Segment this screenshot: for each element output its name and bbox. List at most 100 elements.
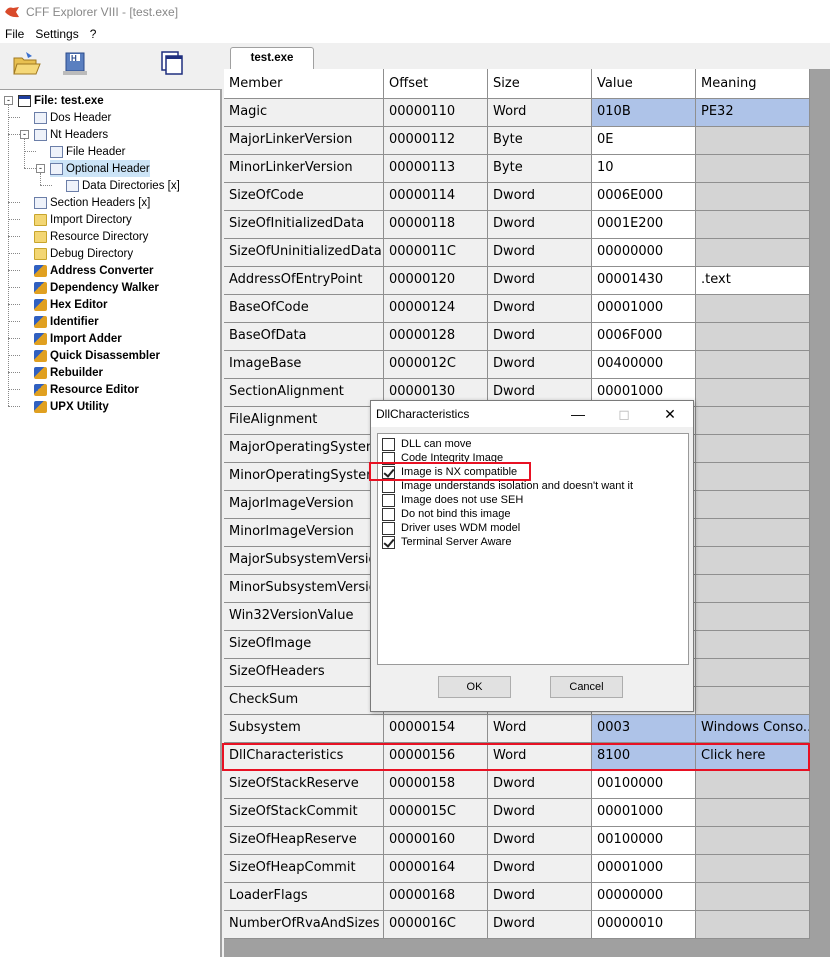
tree-item-label: Resource Directory <box>50 230 149 243</box>
cell-meaning[interactable]: .text <box>696 267 810 295</box>
open-file-button[interactable] <box>10 47 44 81</box>
cell-meaning[interactable] <box>696 323 810 351</box>
cell-meaning[interactable] <box>696 239 810 267</box>
cell-meaning[interactable] <box>696 855 810 883</box>
cell-meaning[interactable] <box>696 575 810 603</box>
tree-item[interactable]: Import Adder <box>34 330 122 347</box>
tree-item[interactable]: Resource Directory <box>34 228 148 245</box>
cell-meaning[interactable] <box>696 771 810 799</box>
tree-item[interactable]: UPX Utility <box>34 398 109 415</box>
cell-value[interactable]: 00001430 <box>592 267 696 295</box>
tree-item[interactable]: Hex Editor <box>34 296 108 313</box>
tree-item[interactable]: Debug Directory <box>34 245 133 262</box>
checkbox-icon[interactable] <box>382 507 395 521</box>
windows-button[interactable] <box>156 47 190 81</box>
cell-meaning[interactable] <box>696 407 810 435</box>
cell-meaning[interactable] <box>696 519 810 547</box>
characteristic-option[interactable]: Image does not use SEH <box>382 493 523 507</box>
checkbox-icon[interactable] <box>382 479 395 493</box>
column-header-value[interactable]: Value <box>592 69 696 99</box>
cell-meaning[interactable]: Windows Conso... <box>696 715 810 743</box>
tree-item[interactable]: Resource Editor <box>34 381 139 398</box>
cell-meaning[interactable] <box>696 631 810 659</box>
tree-item[interactable]: Quick Disassembler <box>34 347 160 364</box>
characteristic-option[interactable]: Do not bind this image <box>382 507 510 521</box>
tree-item[interactable]: Data Directories [x] <box>66 177 180 194</box>
cell-value[interactable]: 00001000 <box>592 799 696 827</box>
cell-meaning[interactable] <box>696 603 810 631</box>
cell-meaning[interactable] <box>696 799 810 827</box>
cell-meaning[interactable] <box>696 127 810 155</box>
column-header-member[interactable]: Member <box>224 69 384 99</box>
cell-value[interactable]: 00001000 <box>592 855 696 883</box>
tab-test-exe[interactable]: test.exe <box>230 47 314 69</box>
characteristic-option[interactable]: Image understands isolation and doesn't … <box>382 479 633 493</box>
tree-item[interactable]: File: test.exe <box>18 92 104 109</box>
ok-button[interactable]: OK <box>438 676 511 698</box>
cell-value[interactable]: 0006F000 <box>592 323 696 351</box>
checkbox-icon[interactable] <box>382 521 395 535</box>
cell-meaning[interactable] <box>696 435 810 463</box>
cell-value[interactable]: 010B <box>592 99 696 127</box>
checkbox-icon[interactable] <box>382 493 395 507</box>
cell-meaning[interactable] <box>696 911 810 939</box>
cell-value[interactable]: 00100000 <box>592 771 696 799</box>
cell-value[interactable]: 00400000 <box>592 351 696 379</box>
cell-meaning[interactable] <box>696 463 810 491</box>
column-header-offset[interactable]: Offset <box>384 69 488 99</box>
tree-item[interactable]: Optional Header <box>50 160 150 177</box>
tree-connector <box>8 270 20 271</box>
cell-value[interactable]: 10 <box>592 155 696 183</box>
menu-file[interactable]: File <box>0 27 30 41</box>
cell-meaning[interactable] <box>696 547 810 575</box>
column-header-meaning[interactable]: Meaning <box>696 69 810 99</box>
cell-value[interactable]: 00000000 <box>592 239 696 267</box>
cell-meaning[interactable] <box>696 295 810 323</box>
tree-collapse-icon[interactable]: - <box>20 130 29 139</box>
cell-value[interactable]: 00100000 <box>592 827 696 855</box>
dialog-minimize-button[interactable]: — <box>555 401 601 427</box>
tree-item[interactable]: Dependency Walker <box>34 279 159 296</box>
checkbox-icon[interactable] <box>382 437 395 451</box>
cell-meaning[interactable] <box>696 351 810 379</box>
cell-value[interactable]: 00001000 <box>592 295 696 323</box>
cell-size: Dword <box>488 883 592 911</box>
dialog-close-button[interactable]: ✕ <box>647 401 693 427</box>
cell-value[interactable]: 00000010 <box>592 911 696 939</box>
column-header-size[interactable]: Size <box>488 69 592 99</box>
tree-collapse-icon[interactable]: - <box>36 164 45 173</box>
cell-meaning[interactable] <box>696 687 810 715</box>
tree-item[interactable]: Nt Headers <box>34 126 108 143</box>
cell-meaning[interactable] <box>696 211 810 239</box>
folder-icon <box>34 247 47 260</box>
tree-item[interactable]: Identifier <box>34 313 99 330</box>
tree-item[interactable]: Import Directory <box>34 211 132 228</box>
characteristic-option[interactable]: Driver uses WDM model <box>382 521 520 535</box>
cell-value[interactable]: 0E <box>592 127 696 155</box>
menu-help[interactable]: ? <box>85 27 103 41</box>
cell-value[interactable]: 0001E200 <box>592 211 696 239</box>
cell-meaning[interactable] <box>696 379 810 407</box>
cell-meaning[interactable] <box>696 659 810 687</box>
cell-meaning[interactable] <box>696 883 810 911</box>
cell-meaning[interactable] <box>696 491 810 519</box>
tree-item[interactable]: Rebuilder <box>34 364 103 381</box>
cell-meaning[interactable] <box>696 827 810 855</box>
tree-item[interactable]: Address Converter <box>34 262 154 279</box>
save-file-button[interactable]: H <box>58 47 92 81</box>
cell-meaning[interactable] <box>696 155 810 183</box>
checkbox-checked-icon[interactable] <box>382 535 395 549</box>
tree-item[interactable]: File Header <box>50 143 125 160</box>
cell-value[interactable]: 00000000 <box>592 883 696 911</box>
cancel-button[interactable]: Cancel <box>550 676 623 698</box>
cell-value[interactable]: 0006E000 <box>592 183 696 211</box>
tree-item[interactable]: Section Headers [x] <box>34 194 150 211</box>
characteristic-option[interactable]: Terminal Server Aware <box>382 535 511 549</box>
cell-meaning[interactable]: PE32 <box>696 99 810 127</box>
cell-value[interactable]: 0003 <box>592 715 696 743</box>
menu-settings[interactable]: Settings <box>30 27 84 41</box>
tree-collapse-icon[interactable]: - <box>4 96 13 105</box>
cell-meaning[interactable] <box>696 183 810 211</box>
characteristic-option[interactable]: DLL can move <box>382 437 472 451</box>
tree-item[interactable]: Dos Header <box>34 109 111 126</box>
